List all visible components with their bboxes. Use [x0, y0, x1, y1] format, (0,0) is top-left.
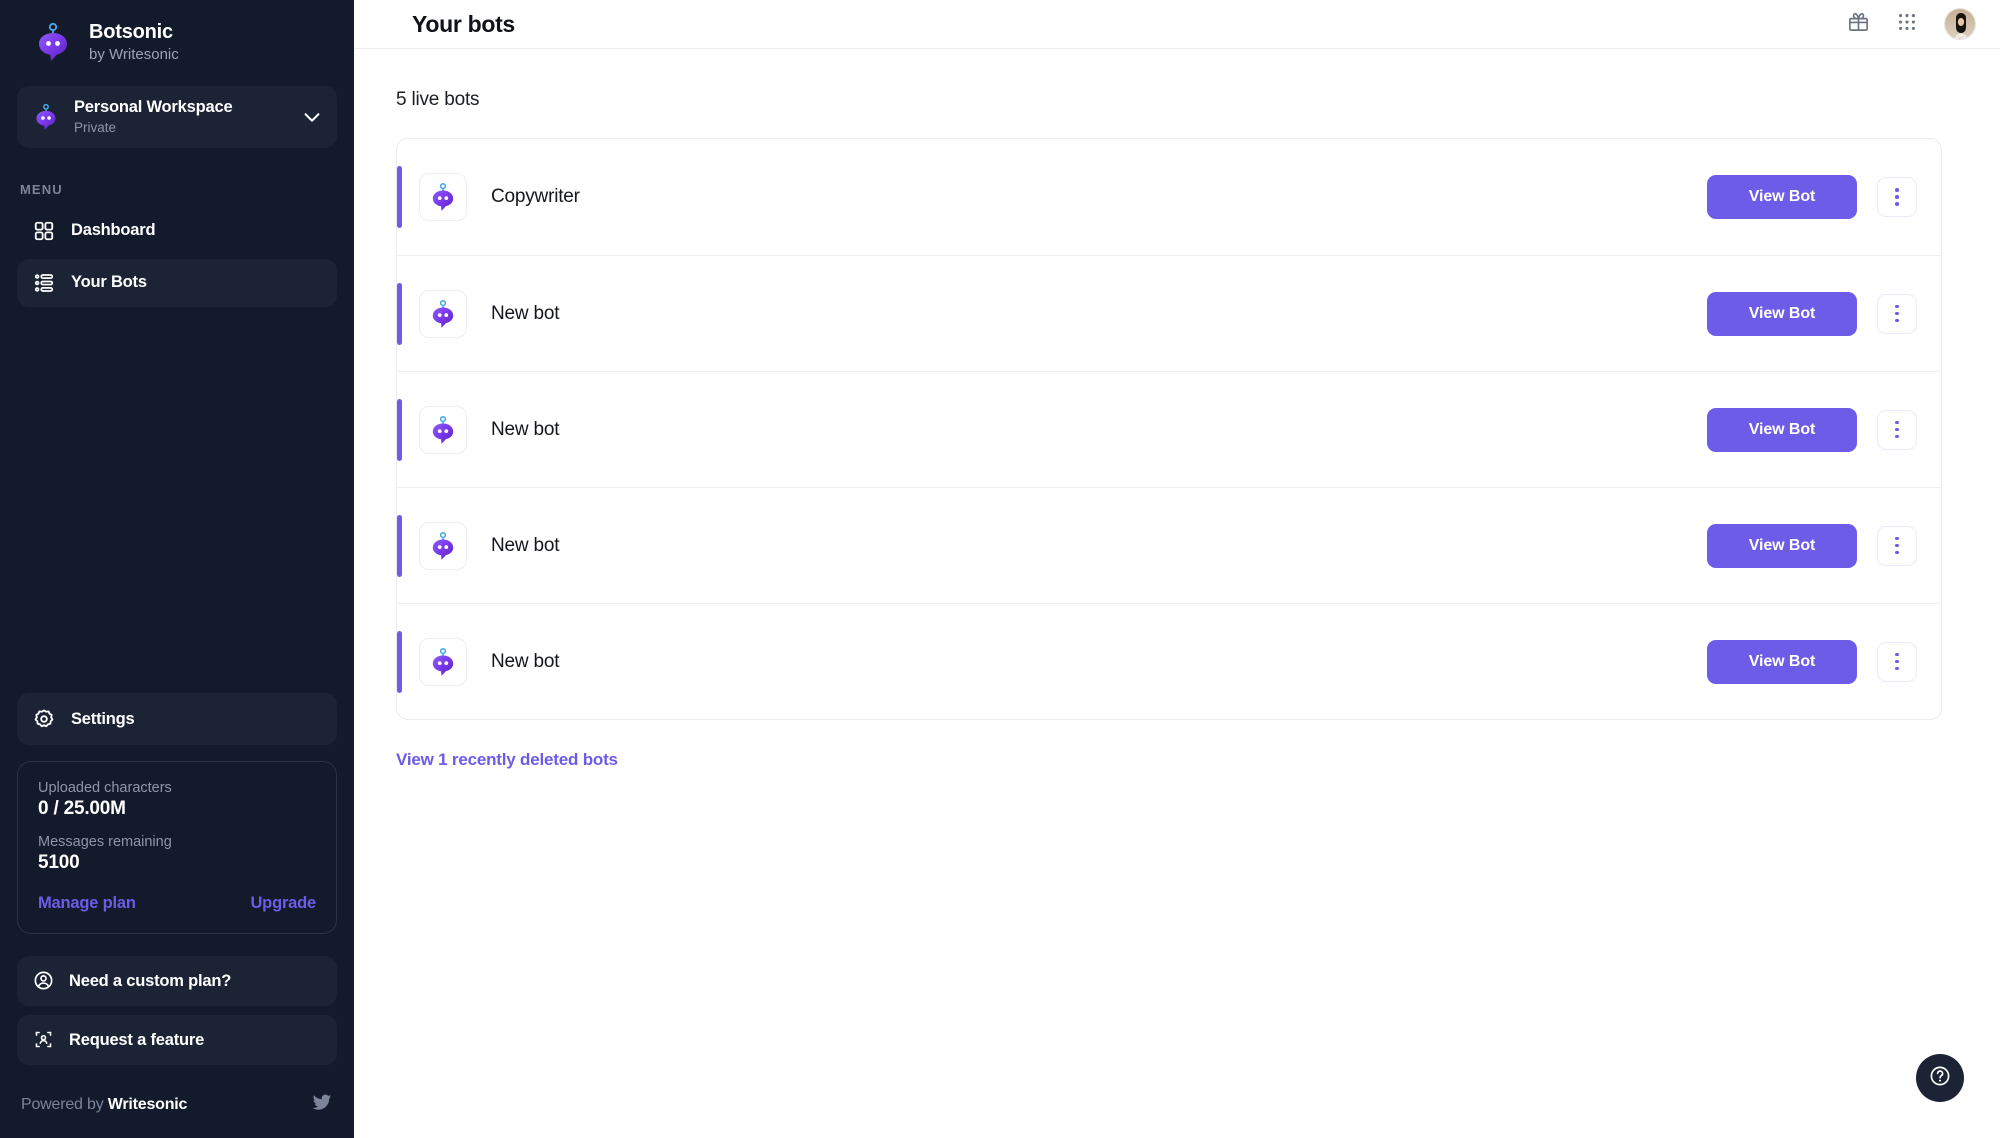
dashboard-grid-icon — [33, 220, 55, 242]
view-bot-button[interactable]: View Bot — [1707, 291, 1857, 336]
view-bot-button[interactable]: View Bot — [1707, 523, 1857, 568]
usage-card: Uploaded characters 0 / 25.00M Messages … — [17, 761, 337, 934]
twitter-icon[interactable] — [311, 1091, 333, 1118]
user-avatar[interactable] — [1944, 8, 1976, 40]
view-bot-button[interactable]: View Bot — [1707, 175, 1857, 219]
chevron-down-icon[interactable] — [301, 106, 323, 128]
manage-plan-link[interactable]: Manage plan — [38, 894, 136, 913]
botsonic-logo-icon — [31, 20, 75, 64]
help-question-icon — [1928, 1064, 1952, 1093]
bot-row[interactable]: New bot View Bot — [397, 603, 1941, 719]
workspace-bot-icon — [31, 102, 61, 132]
topbar: Your bots — [354, 0, 2000, 49]
bot-row[interactable]: Copywriter View Bot — [397, 139, 1941, 255]
bot-name: New bot — [491, 534, 560, 556]
need-custom-plan-label: Need a custom plan? — [69, 971, 232, 990]
row-accent-bar — [397, 398, 402, 461]
uploaded-characters-label: Uploaded characters — [38, 780, 172, 796]
brand: Botsonic by Writesonic — [17, 0, 337, 80]
view-deleted-bots-link[interactable]: View 1 recently deleted bots — [396, 750, 618, 770]
bot-avatar-icon — [419, 405, 467, 454]
view-bot-button[interactable]: View Bot — [1707, 407, 1857, 452]
row-accent-bar — [397, 514, 402, 577]
settings-label: Settings — [71, 709, 135, 728]
view-bot-button[interactable]: View Bot — [1707, 639, 1857, 684]
app-root: Botsonic by Writesonic Personal Workspac… — [0, 0, 2000, 1138]
uploaded-characters-value: 0 / 25.00M — [38, 798, 126, 819]
bot-row[interactable]: New bot View Bot — [397, 255, 1941, 371]
bot-row[interactable]: New bot View Bot — [397, 371, 1941, 487]
bot-avatar-icon — [419, 521, 467, 570]
menu-section-label: MENU — [20, 181, 63, 197]
apps-grid-icon[interactable] — [1896, 11, 1918, 38]
bot-name: New bot — [491, 418, 560, 440]
bot-name: Copywriter — [491, 186, 580, 207]
feature-request-icon — [33, 1029, 55, 1051]
workspace-name: Personal Workspace — [74, 98, 233, 116]
powered-by-text: Powered by Writesonic — [21, 1095, 188, 1113]
bot-avatar-icon — [419, 289, 467, 338]
bot-row[interactable]: New bot View Bot — [397, 487, 1941, 603]
bot-avatar-icon — [419, 173, 467, 221]
sidebar-item-label: Dashboard — [71, 221, 156, 240]
need-custom-plan-button[interactable]: Need a custom plan? — [17, 956, 337, 1006]
page-title: Your bots — [412, 10, 515, 37]
more-vertical-icon[interactable] — [1877, 293, 1917, 334]
row-accent-bar — [397, 630, 402, 693]
bots-list-card: Copywriter View Bot New bot View Bot New… — [396, 138, 1942, 720]
sidebar: Botsonic by Writesonic Personal Workspac… — [0, 0, 354, 1138]
row-accent-bar — [397, 282, 402, 345]
bot-avatar-icon — [419, 637, 467, 686]
user-circle-icon — [33, 970, 55, 992]
live-bots-count: 5 live bots — [396, 89, 480, 110]
more-vertical-icon[interactable] — [1877, 409, 1917, 450]
upgrade-link[interactable]: Upgrade — [250, 894, 316, 913]
messages-remaining-value: 5100 — [38, 852, 80, 873]
topbar-actions — [1847, 8, 1976, 40]
your-bots-list-icon — [33, 272, 55, 294]
request-feature-button[interactable]: Request a feature — [17, 1015, 337, 1065]
more-vertical-icon[interactable] — [1877, 177, 1917, 217]
main-content: Your bots 5 live bots Copywriter View Bo… — [354, 0, 2000, 1138]
sidebar-item-dashboard[interactable]: Dashboard — [17, 207, 337, 255]
messages-remaining-label: Messages remaining — [38, 834, 172, 850]
powered-by-footer: Powered by Writesonic — [17, 1065, 337, 1138]
brand-subtitle: by Writesonic — [89, 45, 179, 63]
sidebar-item-settings[interactable]: Settings — [17, 693, 337, 745]
workspace-selector[interactable]: Personal Workspace Private — [17, 86, 337, 148]
bot-name: New bot — [491, 302, 560, 324]
gear-icon — [33, 708, 55, 730]
row-accent-bar — [397, 166, 402, 228]
bots-content: 5 live bots Copywriter View Bot New bot … — [354, 49, 2000, 770]
request-feature-label: Request a feature — [69, 1030, 205, 1049]
more-vertical-icon[interactable] — [1877, 641, 1917, 682]
sidebar-item-your-bots[interactable]: Your Bots — [17, 258, 337, 307]
powered-by-brand: Writesonic — [107, 1095, 188, 1113]
more-vertical-icon[interactable] — [1877, 525, 1917, 566]
workspace-visibility: Private — [74, 119, 117, 135]
sidebar-item-label: Your Bots — [71, 273, 147, 292]
gift-icon[interactable] — [1847, 10, 1870, 38]
bot-name: New bot — [491, 650, 560, 672]
usage-links: Manage plan Upgrade — [38, 894, 316, 913]
usage-divider — [38, 820, 316, 834]
help-button[interactable] — [1916, 1054, 1964, 1102]
brand-title: Botsonic — [89, 20, 173, 43]
